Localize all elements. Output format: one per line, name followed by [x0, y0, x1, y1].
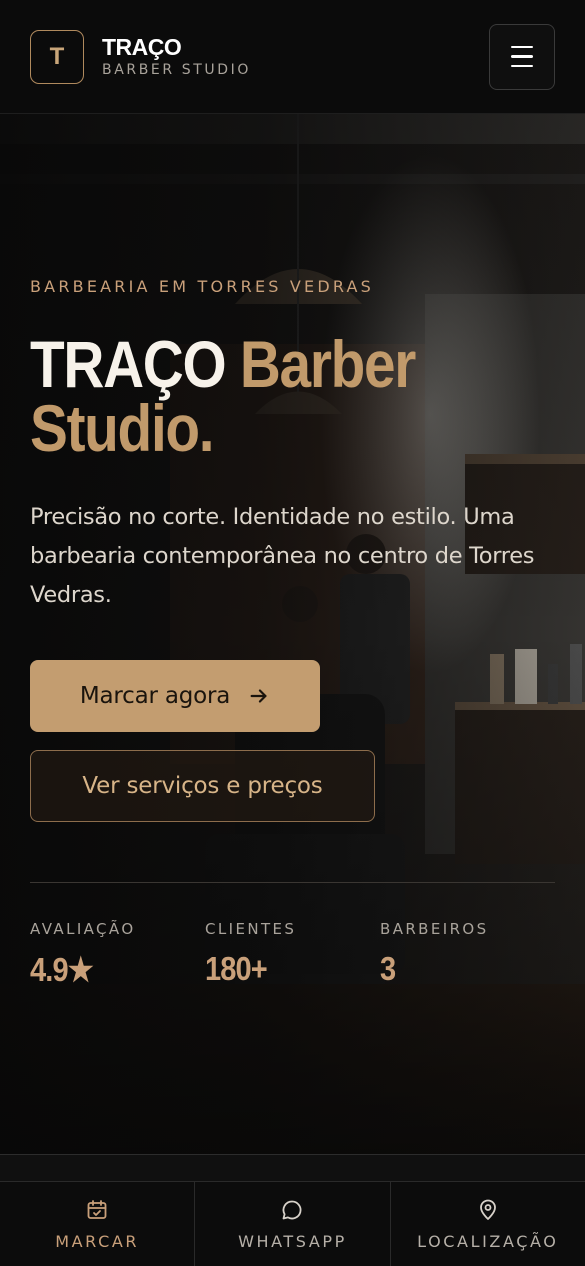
map-pin-icon	[479, 1199, 496, 1220]
stat-clients: CLIENTES 180+	[205, 920, 380, 989]
stats-row: AVALIAÇÃO 4.9★ CLIENTES 180+ BARBEIROS 3	[30, 920, 555, 989]
chat-bubble-icon	[283, 1200, 302, 1219]
hero-eyebrow: BARBEARIA EM TORRES VEDRAS	[30, 277, 375, 296]
divider	[30, 882, 555, 883]
stat-label: CLIENTES	[205, 920, 297, 938]
bottom-nav: MARCAR WHATSAPP LOCALIZAÇÃO	[0, 1154, 585, 1266]
services-prices-label: Ver serviços e preços	[82, 773, 323, 799]
stat-rating: AVALIAÇÃO 4.9★	[30, 920, 205, 989]
logo-letter: T	[49, 42, 65, 70]
brand-subtitle: BARBER STUDIO	[102, 62, 251, 78]
hamburger-icon-line	[511, 64, 533, 68]
stat-value: 3	[380, 950, 396, 987]
hero-title-gold-2: Studio.	[30, 391, 215, 465]
stat-value: 180+	[205, 950, 268, 987]
stat-value: 4.9★	[30, 951, 94, 988]
stat-label: BARBEIROS	[380, 920, 489, 938]
arrow-right-icon	[250, 689, 267, 703]
brand-name: TRAÇO	[102, 34, 182, 60]
hero-section: BARBEARIA EM TORRES VEDRAS TRAÇO Barber …	[0, 114, 585, 1154]
top-header: T TRAÇO BARBER STUDIO	[0, 0, 585, 114]
menu-button[interactable]	[489, 23, 555, 90]
nav-label: MARCAR	[55, 1231, 140, 1251]
book-now-label: Marcar agora	[79, 683, 231, 709]
nav-top-strip	[0, 1155, 585, 1182]
hero-title-gold-1: Barber	[239, 327, 417, 401]
brand[interactable]: TRAÇO BARBER STUDIO	[102, 35, 251, 78]
hamburger-icon-line	[511, 45, 533, 49]
hero-description: Precisão no corte. Identidade no estilo.…	[30, 504, 535, 608]
stat-barbers: BARBEIROS 3	[380, 920, 555, 989]
services-prices-button[interactable]: Ver serviços e preços	[30, 750, 375, 822]
hero-overlay	[0, 114, 585, 1154]
hero-title: TRAÇO Barber Studio.	[30, 331, 477, 461]
nav-label: WHATSAPP	[238, 1231, 347, 1251]
hamburger-icon-line	[511, 55, 533, 58]
book-now-button[interactable]: Marcar agora	[30, 660, 320, 732]
calendar-check-icon	[87, 1199, 107, 1219]
stat-label: AVALIAÇÃO	[30, 920, 136, 938]
hero-title-white: TRAÇO	[30, 327, 227, 401]
logo[interactable]: T	[30, 29, 84, 84]
nav-label: LOCALIZAÇÃO	[417, 1231, 559, 1251]
